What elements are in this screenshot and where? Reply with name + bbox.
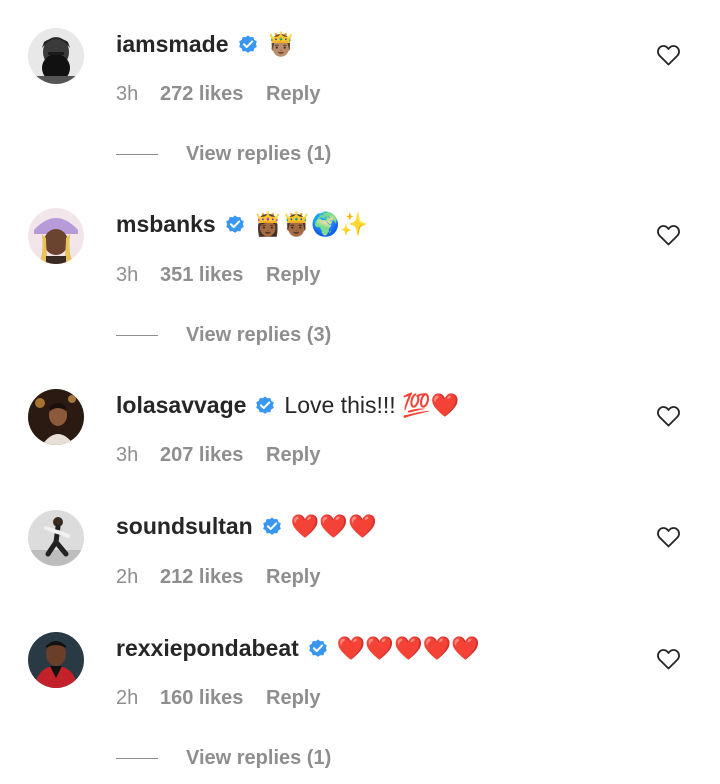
- reply-button[interactable]: Reply: [266, 264, 320, 287]
- avatar[interactable]: [28, 632, 84, 688]
- avatar[interactable]: [28, 510, 84, 566]
- comment-header: msbanks 👸🏾🤴🏾🌍✨: [116, 209, 368, 239]
- comment-header: rexxiepondabeat ❤️❤️❤️❤️❤️: [116, 633, 480, 663]
- divider-line: [116, 334, 158, 336]
- comment-meta: 2h 160 likes Reply: [116, 684, 320, 712]
- bearded-man-avatar-image: [28, 28, 84, 84]
- comment-time: 2h: [116, 565, 139, 588]
- view-replies-button[interactable]: View replies (3): [116, 321, 331, 349]
- comment-meta: 3h 351 likes Reply: [116, 261, 320, 289]
- dancing-man-avatar-image: [28, 510, 84, 566]
- comment-meta: 3h 207 likes Reply: [116, 441, 320, 469]
- verified-badge-icon: [308, 639, 327, 657]
- view-replies-button[interactable]: View replies (1): [116, 140, 331, 168]
- comment-text: Love this!!! 💯❤️: [284, 391, 460, 418]
- username[interactable]: lolasavvage: [116, 392, 246, 419]
- comment-meta: 3h 272 likes Reply: [116, 80, 320, 108]
- divider-line: [116, 153, 158, 155]
- comment-text: ❤️❤️❤️: [290, 512, 377, 539]
- verified-badge-icon: [256, 396, 275, 414]
- heart-icon[interactable]: [656, 648, 681, 670]
- comment-text: 👸🏾🤴🏾🌍✨: [253, 210, 369, 237]
- dark-portrait-avatar-image: [28, 389, 84, 445]
- reply-button[interactable]: Reply: [266, 83, 320, 106]
- verified-badge-icon: [262, 517, 281, 535]
- verified-badge-icon: [225, 215, 244, 233]
- comment-header: soundsultan ❤️❤️❤️: [116, 511, 377, 541]
- comment-meta: 2h 212 likes Reply: [116, 563, 320, 591]
- username[interactable]: soundsultan: [116, 513, 253, 540]
- heart-icon[interactable]: [656, 405, 681, 427]
- likes-count[interactable]: 212 likes: [160, 566, 266, 589]
- likes-count[interactable]: 160 likes: [160, 687, 266, 710]
- woman-lavender-hat-avatar-image: [28, 208, 84, 264]
- comment-text: 🤴🏽: [266, 30, 296, 57]
- username[interactable]: msbanks: [116, 211, 216, 238]
- divider-line: [116, 757, 158, 759]
- heart-icon[interactable]: [656, 44, 681, 66]
- reply-button[interactable]: Reply: [266, 687, 320, 710]
- comment-header: iamsmade 🤴🏽: [116, 29, 295, 59]
- avatar[interactable]: [28, 389, 84, 445]
- comment-time: 2h: [116, 686, 139, 709]
- heart-icon[interactable]: [656, 526, 681, 548]
- avatar[interactable]: [28, 28, 84, 84]
- username[interactable]: rexxiepondabeat: [116, 635, 299, 662]
- likes-count[interactable]: 351 likes: [160, 264, 266, 287]
- username[interactable]: iamsmade: [116, 31, 229, 58]
- avatar[interactable]: [28, 208, 84, 264]
- view-replies-label: View replies (3): [186, 323, 332, 346]
- reply-button[interactable]: Reply: [266, 444, 320, 467]
- comment-time: 3h: [116, 443, 139, 466]
- view-replies-label: View replies (1): [186, 746, 332, 769]
- comment-time: 3h: [116, 82, 139, 105]
- comment-text: ❤️❤️❤️❤️❤️: [336, 634, 480, 661]
- reply-button[interactable]: Reply: [266, 566, 320, 589]
- likes-count[interactable]: 207 likes: [160, 444, 266, 467]
- man-red-jacket-avatar-image: [28, 632, 84, 688]
- comment-time: 3h: [116, 263, 139, 286]
- comment-header: lolasavvage Love this!!! 💯❤️: [116, 390, 459, 420]
- verified-badge-icon: [238, 35, 257, 53]
- view-replies-button[interactable]: View replies (1): [116, 744, 331, 772]
- heart-icon[interactable]: [656, 224, 681, 246]
- likes-count[interactable]: 272 likes: [160, 83, 266, 106]
- view-replies-label: View replies (1): [186, 142, 332, 165]
